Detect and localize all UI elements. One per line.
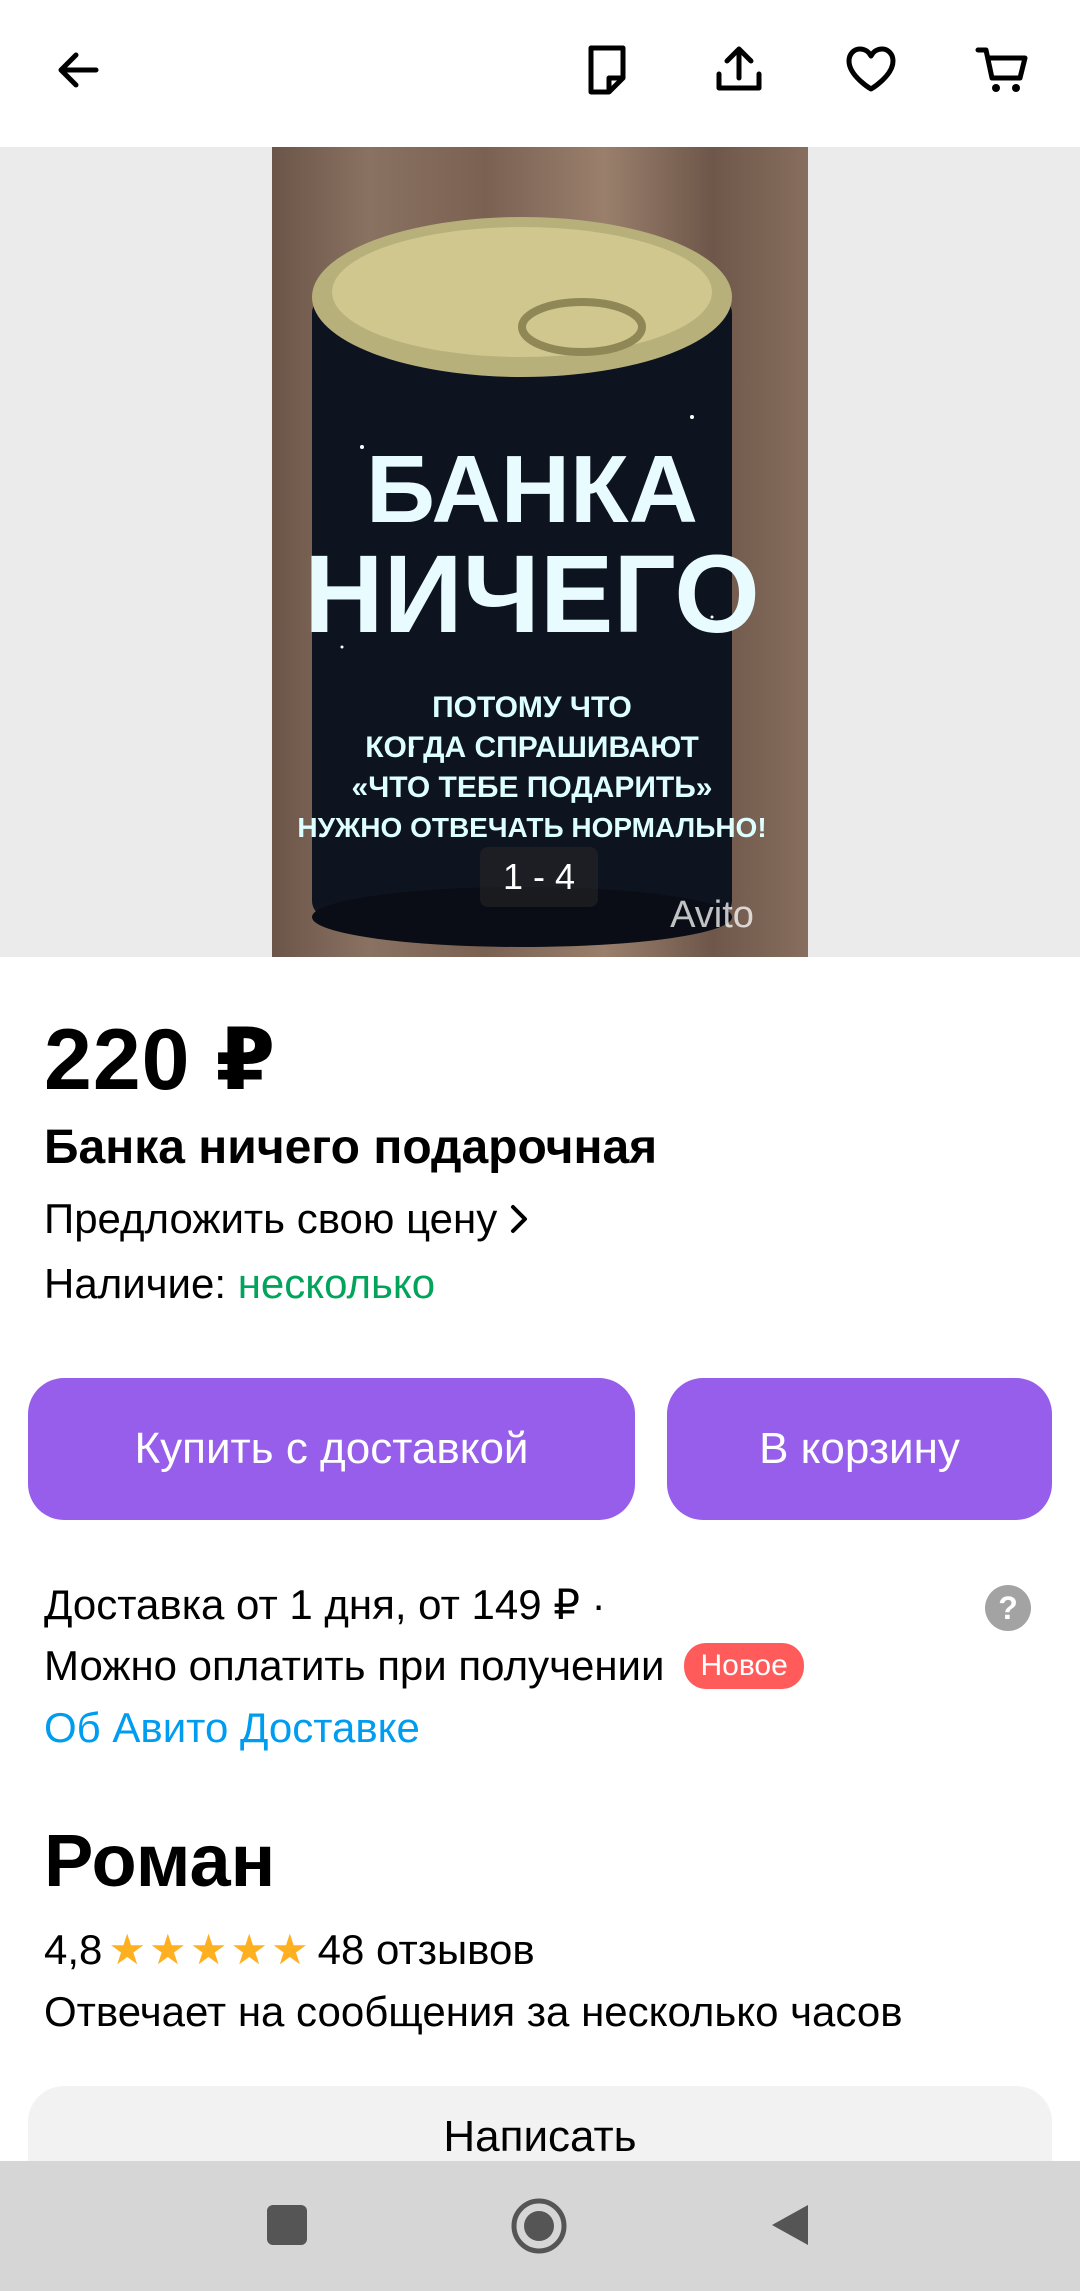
help-icon[interactable]: ?: [985, 1585, 1031, 1631]
avito-watermark: Avito: [670, 894, 754, 936]
product-title: Банка ничего подарочная: [44, 1121, 658, 1174]
cart-icon: [975, 47, 1028, 92]
reply-time: Отвечает на сообщения за несколько часов: [44, 1988, 903, 2035]
photo-gallery[interactable]: БАНКА НИЧЕГО ПОТОМУ ЧТО КОГДА СПРАШИВАЮТ…: [0, 147, 1080, 957]
pay-on-receipt-row: Можно оплатить при получении Новое: [44, 1642, 804, 1690]
home-circle-icon: [511, 2198, 567, 2254]
offer-price-link[interactable]: Предложить свою цену: [44, 1195, 535, 1243]
can-small-3: «ЧТО ТЕБЕ ПОДАРИТЬ»: [352, 771, 713, 804]
back-button[interactable]: [36, 28, 120, 112]
new-badge: Новое: [684, 1643, 804, 1689]
rating-stars: ★ ★ ★ ★ ★: [108, 1925, 311, 1974]
can-small-2: КОГДА СПРАШИВАЮТ: [365, 731, 699, 764]
can-small-4: НУЖНО ОТВЕЧАТЬ НОРМАЛЬНО!: [297, 812, 766, 843]
buy-with-delivery-button[interactable]: Купить с доставкой: [28, 1378, 635, 1520]
recents-button[interactable]: [265, 2203, 309, 2247]
top-app-bar: [0, 0, 1080, 147]
can-title-2: НИЧЕГО: [304, 533, 760, 656]
delivery-info: Доставка от 1 дня, от 149 ₽ ·: [44, 1581, 606, 1628]
add-to-cart-button[interactable]: В корзину: [667, 1378, 1052, 1520]
arrow-left-icon: [58, 52, 99, 88]
seller-name[interactable]: Роман: [44, 1818, 275, 1903]
cart-button[interactable]: [960, 28, 1044, 112]
star-icon: ★: [271, 1926, 309, 1973]
offer-price-label: Предложить свою цену: [44, 1195, 498, 1242]
availability-label: Наличие:: [44, 1260, 227, 1307]
note-button[interactable]: [565, 28, 649, 112]
home-button[interactable]: [510, 2197, 568, 2255]
product-photo[interactable]: БАНКА НИЧЕГО ПОТОМУ ЧТО КОГДА СПРАШИВАЮТ…: [272, 147, 808, 957]
seller-rating[interactable]: 4,8 ★ ★ ★ ★ ★ 48 отзывов: [44, 1925, 535, 1974]
star-icon: ★: [108, 1926, 147, 1973]
can-small-1: ПОТОМУ ЧТО: [432, 691, 632, 724]
square-icon: [267, 2205, 307, 2245]
reviews-count: 48 отзывов: [317, 1925, 535, 1973]
system-nav-bar: [0, 2161, 1080, 2291]
star-icon: ★: [149, 1926, 187, 1973]
availability-value: несколько: [237, 1260, 436, 1307]
can-illustration: БАНКА НИЧЕГО ПОТОМУ ЧТО КОГДА СПРАШИВАЮТ…: [297, 217, 767, 947]
share-icon: [716, 46, 762, 91]
can-title-1: БАНКА: [366, 436, 698, 543]
triangle-back-icon: [772, 2205, 808, 2245]
rating-value: 4,8: [44, 1925, 103, 1973]
avito-delivery-link[interactable]: Об Авито Доставке: [44, 1704, 420, 1752]
note-icon: [588, 45, 626, 95]
heart-icon: [846, 46, 896, 92]
star-icon: ★: [230, 1926, 269, 1973]
photo-counter: 1 - 4: [480, 847, 598, 907]
back-nav-button[interactable]: [768, 2201, 812, 2249]
pay-on-receipt-text: Можно оплатить при получении: [44, 1642, 665, 1689]
price: 220 ₽: [44, 1012, 277, 1108]
chevron-right-icon: [511, 1205, 528, 1233]
availability: Наличие: несколько: [44, 1260, 435, 1308]
star-icon: ★: [189, 1926, 228, 1973]
share-button[interactable]: [697, 28, 781, 112]
favorite-button[interactable]: [829, 28, 913, 112]
